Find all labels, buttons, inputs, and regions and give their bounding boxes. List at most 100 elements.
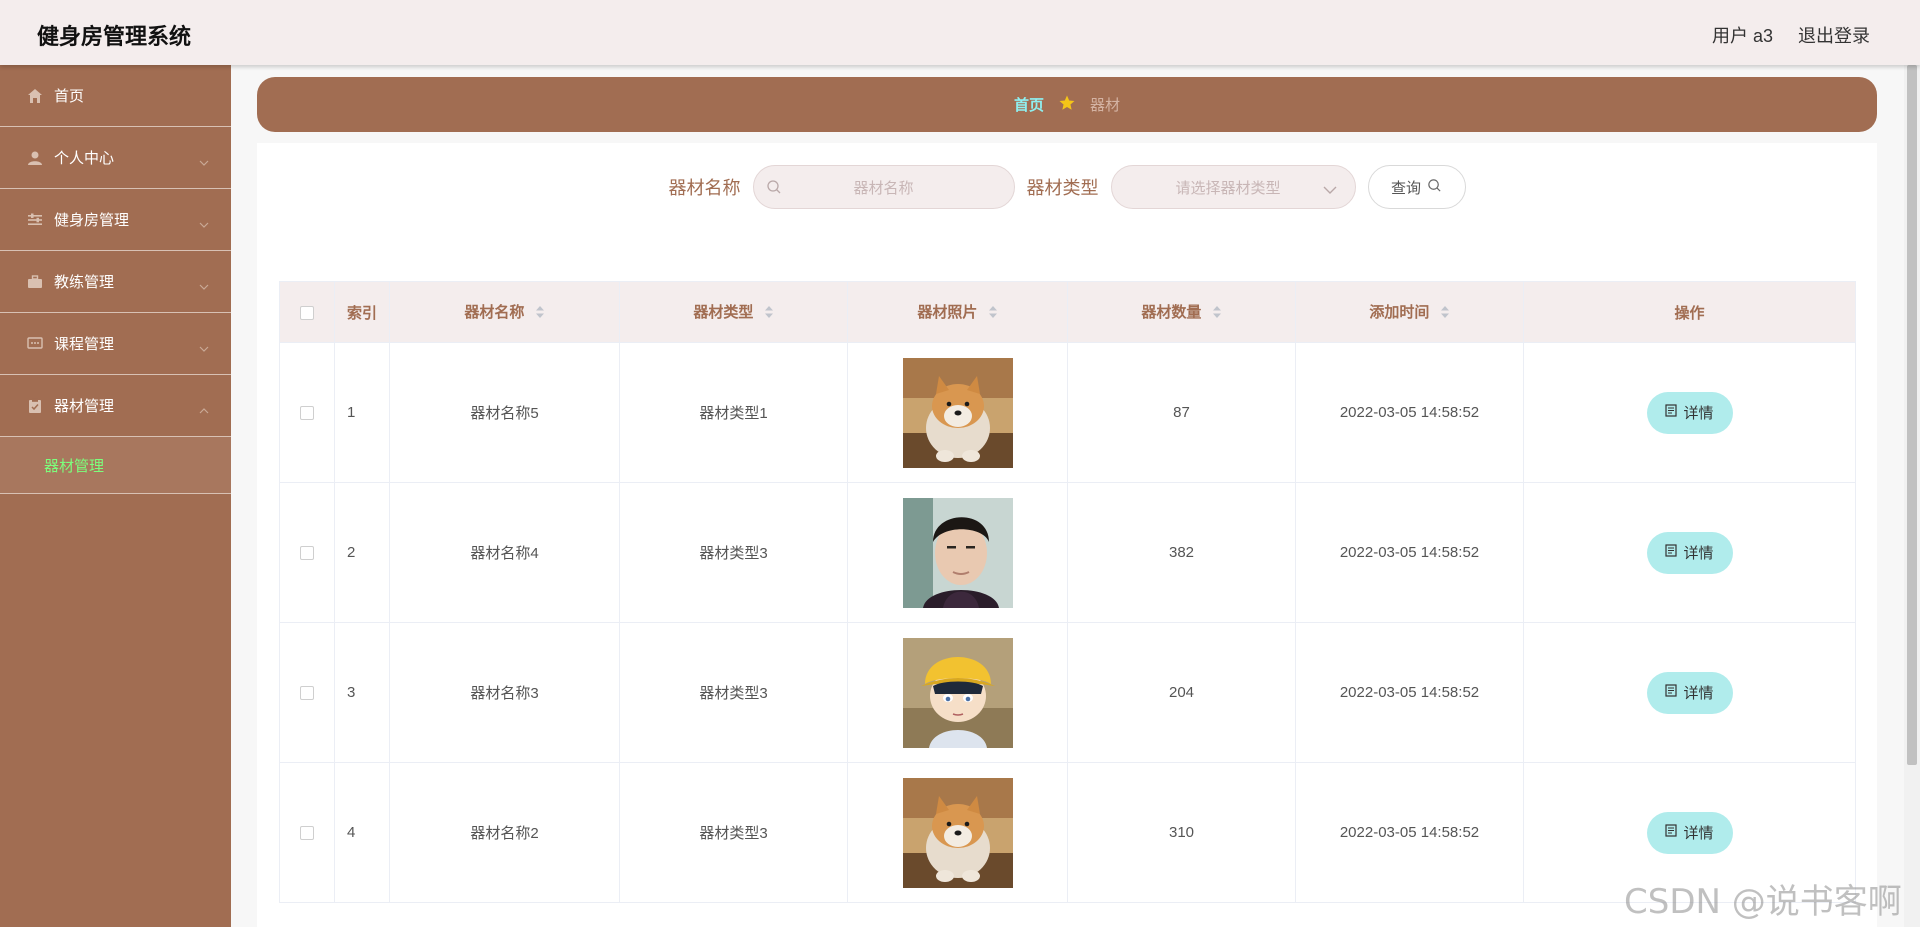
row-checkbox[interactable] [300, 546, 314, 561]
row-name: 器材名称4 [389, 482, 620, 623]
sidebar-item-label: 教练管理 [54, 274, 115, 291]
sidebar-item-home[interactable]: 首页 [0, 65, 231, 127]
chevron-down-icon [199, 215, 209, 232]
equipment-table: 索引 器材名称 器材类型 器材照片 器材数量 添加时间 操作 1 器材名称5 器… [279, 281, 1856, 903]
breadcrumb-home[interactable]: 首页 [1014, 94, 1044, 115]
table-row: 3 器材名称3 器材类型3 204 2022-03-05 14:58:52 详情 [279, 622, 1856, 763]
row-photo [847, 762, 1068, 903]
sidebar-item-label: 健身房管理 [54, 212, 130, 229]
row-ops: 详情 [1523, 342, 1856, 483]
row-type: 器材类型3 [619, 762, 848, 903]
row-select-cell[interactable] [279, 482, 335, 623]
sidebar-item-personal-center[interactable]: 个人中心 [0, 127, 231, 189]
detail-button-label: 详情 [1683, 685, 1714, 702]
row-type: 器材类型3 [619, 622, 848, 763]
row-select-cell[interactable] [279, 762, 335, 903]
sidebar-item-gym-management[interactable]: 健身房管理 [0, 189, 231, 251]
detail-button-label: 详情 [1683, 825, 1714, 842]
col-time[interactable]: 添加时间 [1295, 281, 1524, 343]
detail-button-label: 详情 [1683, 545, 1714, 562]
row-checkbox[interactable] [300, 406, 314, 421]
detail-button[interactable]: 详情 [1646, 391, 1733, 434]
top-header: 健身房管理系统 用户 a3 退出登录 [0, 0, 1920, 65]
row-index: 4 [334, 762, 390, 903]
current-user: 用户 a3 [1712, 26, 1774, 46]
row-photo [847, 622, 1068, 763]
breadcrumb: 首页 器材 [257, 77, 1877, 132]
row-name: 器材名称5 [389, 342, 620, 483]
col-type[interactable]: 器材类型 [619, 281, 848, 343]
equipment-name-input[interactable]: 器材名称 [752, 165, 1015, 209]
query-button-label: 查询 [1390, 179, 1421, 197]
app-title: 健身房管理系统 [37, 24, 192, 49]
sliders-icon [26, 211, 44, 229]
detail-button[interactable]: 详情 [1646, 671, 1733, 714]
detail-button-label: 详情 [1683, 405, 1714, 422]
sidebar-item-equipment-management[interactable]: 器材管理 [0, 375, 231, 437]
table-row: 4 器材名称2 器材类型3 310 2022-03-05 14:58:52 详情 [279, 762, 1856, 903]
row-photo [847, 482, 1068, 623]
sidebar: 首页 个人中心 健身房管理 教练管理 课程管理 器材管理 器材管理 [0, 65, 231, 927]
chevron-down-icon [199, 339, 209, 356]
row-checkbox[interactable] [300, 686, 314, 701]
row-checkbox[interactable] [300, 826, 314, 841]
scrollbar-thumb[interactable] [1907, 65, 1917, 765]
row-type: 器材类型1 [619, 342, 848, 483]
row-index: 2 [334, 482, 390, 623]
select-all-checkbox[interactable] [300, 305, 314, 320]
man-portrait-photo[interactable] [902, 497, 1013, 608]
row-qty: 204 [1067, 622, 1296, 763]
sort-icon[interactable] [1440, 305, 1450, 323]
row-qty: 87 [1067, 342, 1296, 483]
equipment-type-select[interactable]: 请选择器材类型 [1110, 165, 1356, 209]
col-name-label: 器材名称 [464, 304, 525, 322]
select-all-cell[interactable] [279, 281, 335, 343]
sidebar-item-course-management[interactable]: 课程管理 [0, 313, 231, 375]
search-bar: 器材名称 器材名称 器材类型 请选择器材类型 查询 [257, 165, 1877, 209]
col-photo-label: 器材照片 [917, 304, 978, 322]
sidebar-item-label: 器材管理 [54, 398, 115, 415]
breadcrumb-current: 器材 [1090, 97, 1121, 114]
shiba-dog-photo[interactable] [902, 777, 1013, 888]
col-type-label: 器材类型 [693, 304, 754, 322]
row-name: 器材名称3 [389, 622, 620, 763]
row-index: 3 [334, 622, 390, 763]
document-icon [1665, 684, 1678, 701]
shiba-dog-photo[interactable] [902, 357, 1013, 468]
sidebar-item-label: 首页 [54, 88, 85, 105]
row-qty: 382 [1067, 482, 1296, 623]
sort-icon[interactable] [1212, 305, 1222, 323]
query-button[interactable]: 查询 [1367, 165, 1466, 209]
row-time: 2022-03-05 14:58:52 [1295, 482, 1524, 623]
table-row: 2 器材名称4 器材类型3 382 2022-03-05 14:58:52 详情 [279, 482, 1856, 623]
anime-boy-yellow-hat-photo[interactable] [902, 637, 1013, 748]
sort-icon[interactable] [764, 305, 774, 323]
chevron-down-icon [199, 153, 209, 170]
detail-button[interactable]: 详情 [1646, 531, 1733, 574]
document-icon [1665, 824, 1678, 841]
sidebar-subitem-equipment-management[interactable]: 器材管理 [0, 437, 231, 494]
chevron-up-icon [199, 401, 209, 418]
sort-icon[interactable] [988, 305, 998, 323]
table-row: 1 器材名称5 器材类型1 87 2022-03-05 14:58:52 详情 [279, 342, 1856, 483]
col-photo[interactable]: 器材照片 [847, 281, 1068, 343]
sort-icon[interactable] [535, 305, 545, 323]
col-name[interactable]: 器材名称 [389, 281, 620, 343]
row-select-cell[interactable] [279, 342, 335, 483]
clipboard-icon [26, 397, 44, 415]
sidebar-item-label: 个人中心 [54, 150, 115, 167]
sidebar-item-label: 课程管理 [54, 336, 115, 353]
detail-button[interactable]: 详情 [1646, 811, 1733, 854]
chevron-down-icon [1323, 182, 1337, 200]
row-time: 2022-03-05 14:58:52 [1295, 342, 1524, 483]
page-scrollbar[interactable] [1904, 65, 1920, 927]
row-ops: 详情 [1523, 482, 1856, 623]
document-icon [1665, 544, 1678, 561]
watermark: CSDN @说书客啊 [1624, 882, 1902, 922]
star-icon [1058, 94, 1076, 116]
col-qty[interactable]: 器材数量 [1067, 281, 1296, 343]
row-time: 2022-03-05 14:58:52 [1295, 762, 1524, 903]
sidebar-item-coach-management[interactable]: 教练管理 [0, 251, 231, 313]
row-select-cell[interactable] [279, 622, 335, 763]
logout-link[interactable]: 退出登录 [1798, 22, 1870, 48]
